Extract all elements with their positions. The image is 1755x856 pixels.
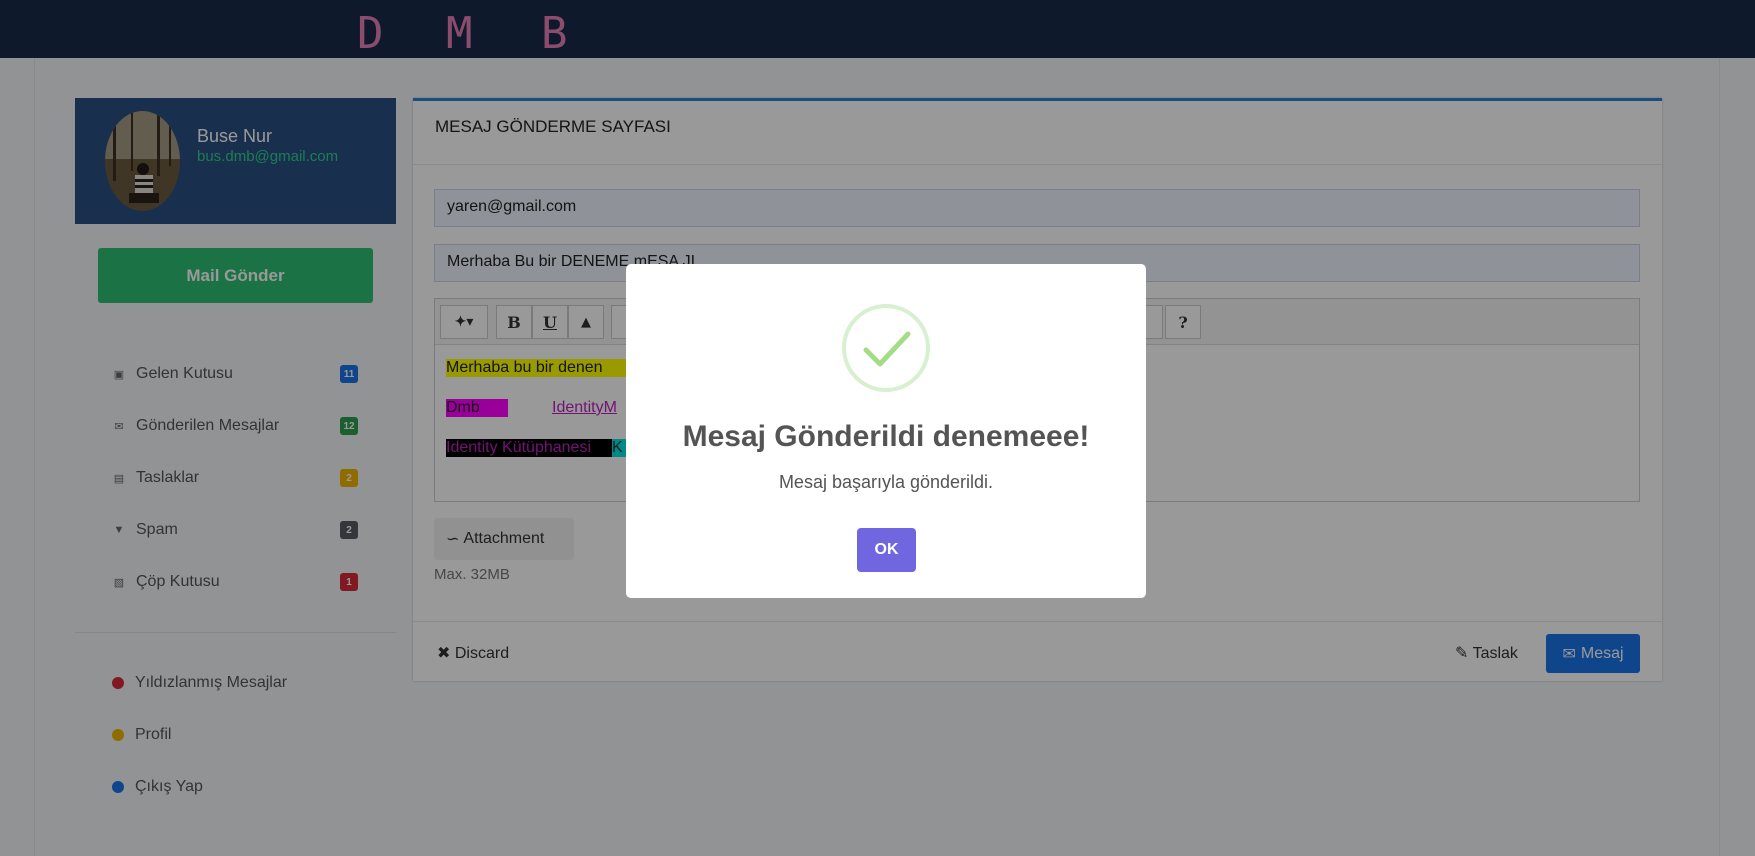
dialog-message: Mesaj başarıyla gönderildi. (778, 472, 994, 492)
success-check-icon (842, 304, 930, 392)
ok-button[interactable]: OK (857, 528, 916, 572)
success-dialog: Mesaj Gönderildi denemeee! Mesaj başarıy… (626, 264, 1146, 598)
dialog-title: Mesaj Gönderildi denemeee! (682, 420, 1090, 453)
